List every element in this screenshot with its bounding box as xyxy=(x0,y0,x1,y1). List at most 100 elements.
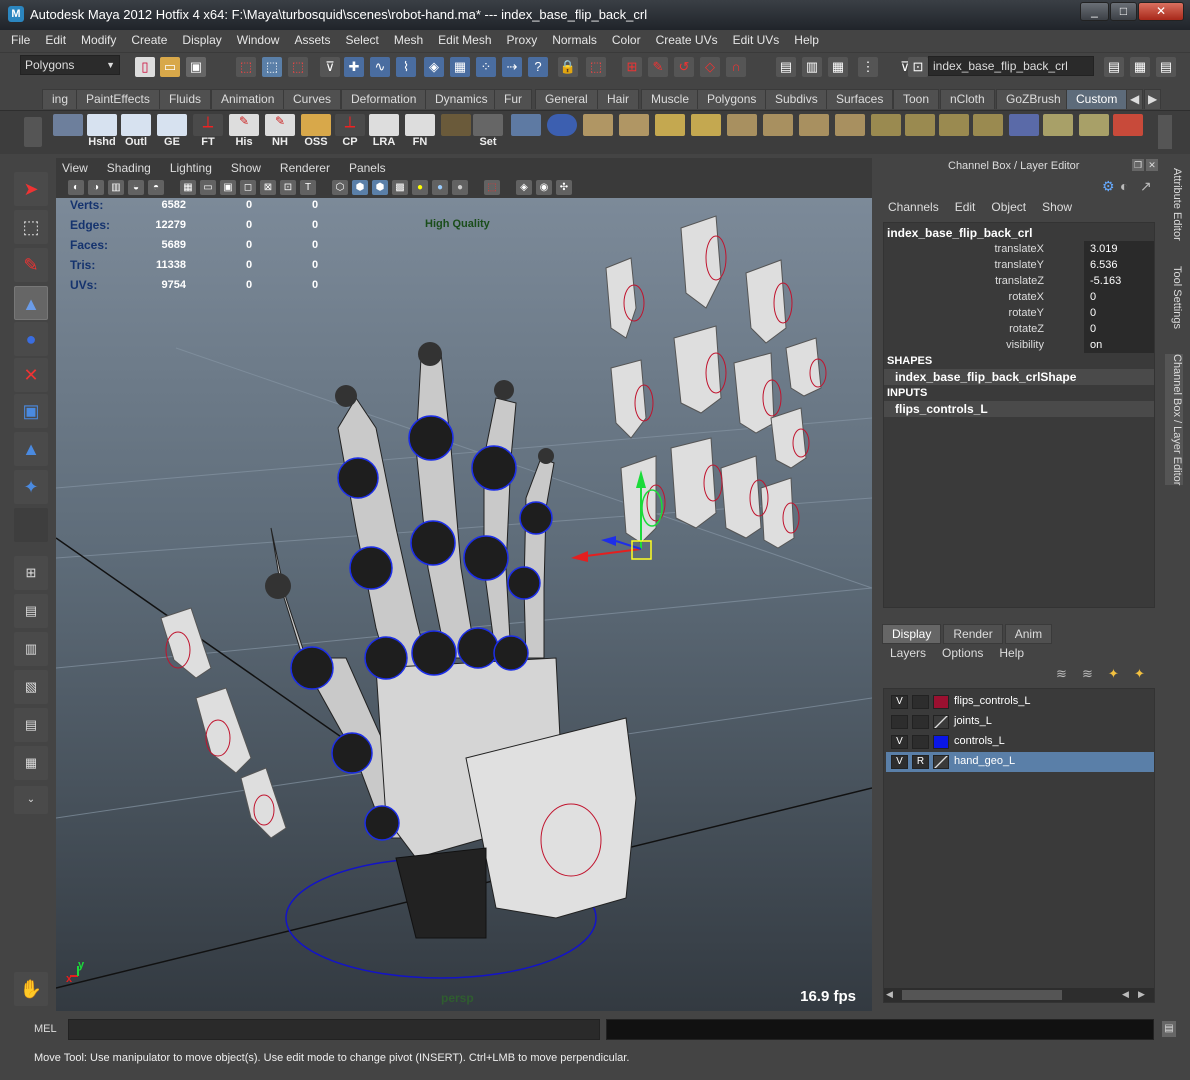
high-quality-icon[interactable]: ● xyxy=(452,180,468,195)
grid-icon[interactable]: ▦ xyxy=(180,180,196,195)
select-object-icon[interactable]: ⬚ xyxy=(262,57,282,77)
menu-color[interactable]: Color xyxy=(612,30,641,52)
shelf-btn-nh[interactable]: ✎ NH xyxy=(264,114,296,151)
shelf-scrollbar[interactable] xyxy=(1158,115,1172,149)
bookmark-icon[interactable]: ▥ xyxy=(108,180,124,195)
close-button[interactable]: ✕ xyxy=(1138,2,1184,21)
side-tab-tool-settings[interactable]: Tool Settings xyxy=(1165,266,1183,329)
shelf-tool-icon-8[interactable] xyxy=(726,114,758,151)
new-layer-from-selection-icon[interactable]: ✦ xyxy=(1134,666,1145,682)
shelf-tab-muscle[interactable]: Muscle xyxy=(641,89,700,109)
side-tab-attribute-editor[interactable]: Attribute Editor xyxy=(1165,168,1183,241)
channel-value[interactable]: on xyxy=(1084,337,1154,353)
paint-select-tool-icon[interactable]: ✎ xyxy=(14,248,48,282)
gate-mask-icon[interactable]: ◻ xyxy=(240,180,256,195)
le-menu-layers[interactable]: Layers xyxy=(890,646,926,660)
shelf-tab-custom[interactable]: Custom xyxy=(1066,89,1128,109)
menu-select[interactable]: Select xyxy=(345,30,378,52)
shelf-tool-icon-7[interactable] xyxy=(690,114,722,151)
shelf-tab-surfaces[interactable]: Surfaces xyxy=(826,89,894,109)
select-camera-icon[interactable]: ◐ xyxy=(68,180,84,195)
ipr-render-icon[interactable]: ↺ xyxy=(674,57,694,77)
shelf-tab-dynamics[interactable]: Dynamics xyxy=(425,89,498,109)
camera-attributes-icon[interactable]: ◑ xyxy=(88,180,104,195)
menu-edit[interactable]: Edit xyxy=(45,30,66,52)
hyperbolic-icon[interactable]: ↗ xyxy=(1140,178,1152,195)
history-icon[interactable]: ⇢ xyxy=(502,57,522,77)
channel-value[interactable]: -5.163 xyxy=(1084,273,1154,289)
manipulator-icon[interactable]: ⚙ xyxy=(1102,178,1115,195)
layer-visibility-toggle[interactable]: V xyxy=(891,755,908,769)
menu-mesh[interactable]: Mesh xyxy=(394,30,423,52)
shelf-tool-icon-19[interactable] xyxy=(1112,114,1144,151)
shelf-tool-icon-11[interactable] xyxy=(834,114,866,151)
layer-color-swatch[interactable] xyxy=(933,755,949,769)
layer-horizontal-scrollbar[interactable]: ◀ ◀ ▶ xyxy=(884,988,1154,1002)
menu-modify[interactable]: Modify xyxy=(81,30,116,52)
safe-action-icon[interactable]: ⊡ xyxy=(280,180,296,195)
shelf-btn-ge[interactable]: GE xyxy=(156,114,188,151)
shelf-btn-set[interactable]: Set xyxy=(472,114,504,151)
menu-file[interactable]: File xyxy=(11,30,30,52)
channel-row[interactable]: translateX 3.019 xyxy=(884,241,1156,257)
layout-persp-outliner-icon[interactable]: ▤ xyxy=(14,594,48,628)
le-menu-help[interactable]: Help xyxy=(999,646,1024,660)
name-field[interactable]: index_base_flip_back_crl xyxy=(928,56,1094,76)
shelf-btn-oss[interactable]: OSS xyxy=(300,114,332,151)
snap-grid-icon[interactable]: ✚ xyxy=(344,57,364,77)
shelf-tool-icon-10[interactable] xyxy=(798,114,830,151)
open-scene-icon[interactable]: ▭ xyxy=(160,57,180,77)
move-layer-up-icon[interactable]: ≋ xyxy=(1056,666,1067,682)
move-layer-down-icon[interactable]: ≋ xyxy=(1082,666,1093,682)
last-tool-slot[interactable] xyxy=(14,508,48,542)
shelf-tool-icon-13[interactable] xyxy=(904,114,936,151)
snap-vertex-icon[interactable]: ⁘ xyxy=(476,57,496,77)
use-all-lights-icon[interactable]: ● xyxy=(412,180,428,195)
lasso-tool-icon[interactable]: ⬚ xyxy=(14,210,48,244)
show-tool-settings-icon[interactable]: ▦ xyxy=(1130,57,1150,77)
menu-normals[interactable]: Normals xyxy=(552,30,597,52)
filter-icon[interactable]: ⊽ xyxy=(320,57,340,77)
shape-row[interactable]: index_base_flip_back_crlShape xyxy=(884,369,1154,385)
command-input[interactable] xyxy=(68,1019,600,1040)
shelf-tool-icon-18[interactable] xyxy=(1078,114,1110,151)
universal-manipulator-icon[interactable]: ▣ xyxy=(14,394,48,428)
shelf-btn-lra[interactable]: LRA xyxy=(368,114,400,151)
select-component-icon[interactable]: ⬚ xyxy=(288,57,308,77)
layout-more-icon[interactable]: ⌄ xyxy=(14,786,48,814)
perspective-viewport[interactable]: Verts: 6582 0 0 Edges: 12279 0 0 Faces: … xyxy=(56,198,872,1011)
shelf-tab-subdivs[interactable]: Subdivs xyxy=(765,89,828,109)
shelf-tab-ncloth[interactable]: nCloth xyxy=(940,89,995,109)
shelf-scroll-right-icon[interactable]: ▶ xyxy=(1144,89,1162,109)
shelf-menu-icon[interactable] xyxy=(24,117,42,147)
layout-outliner-icon[interactable]: ▤ xyxy=(14,708,48,742)
menu-create[interactable]: Create xyxy=(131,30,167,52)
live-surface-icon[interactable]: ▦ xyxy=(450,57,470,77)
shelf-tab-toon[interactable]: Toon xyxy=(893,89,940,109)
hypershade-icon[interactable]: ∩ xyxy=(726,57,746,77)
shelf-tab-painteffects[interactable]: PaintEffects xyxy=(76,89,160,109)
layout-two-view-icon[interactable]: ▥ xyxy=(14,632,48,666)
float-panel-icon[interactable]: ❐ xyxy=(1132,159,1144,171)
menu-display[interactable]: Display xyxy=(182,30,221,52)
layer-display-type-toggle[interactable] xyxy=(912,735,929,749)
layer-tab-display[interactable]: Display xyxy=(882,624,942,644)
layer-color-swatch[interactable] xyxy=(933,735,949,749)
menu-proxy[interactable]: Proxy xyxy=(507,30,538,52)
soft-modification-icon[interactable]: ▲ xyxy=(14,432,48,466)
shelf-tool-icon-9[interactable] xyxy=(762,114,794,151)
render-settings-icon[interactable]: ◇ xyxy=(700,57,720,77)
layer-display-type-toggle[interactable] xyxy=(912,715,929,729)
scroll-left-icon[interactable]: ◀ xyxy=(886,989,893,1000)
shelf-btn-cp[interactable]: ⟂ CP xyxy=(334,114,366,151)
wireframe-on-shaded-icon[interactable]: ⬢ xyxy=(372,180,388,195)
channel-row[interactable]: translateY 6.536 xyxy=(884,257,1156,273)
layer-tab-render[interactable]: Render xyxy=(943,624,1003,644)
channel-row[interactable]: rotateY 0 xyxy=(884,305,1156,321)
layout-four-view-icon[interactable]: ⊞ xyxy=(14,556,48,590)
cb-menu-show[interactable]: Show xyxy=(1042,200,1072,214)
channel-value[interactable]: 6.536 xyxy=(1084,257,1154,273)
vp-menu-show[interactable]: Show xyxy=(231,158,261,178)
script-editor-icon[interactable]: ✋ xyxy=(14,972,48,1006)
shelf-tab-hair[interactable]: Hair xyxy=(597,89,640,109)
